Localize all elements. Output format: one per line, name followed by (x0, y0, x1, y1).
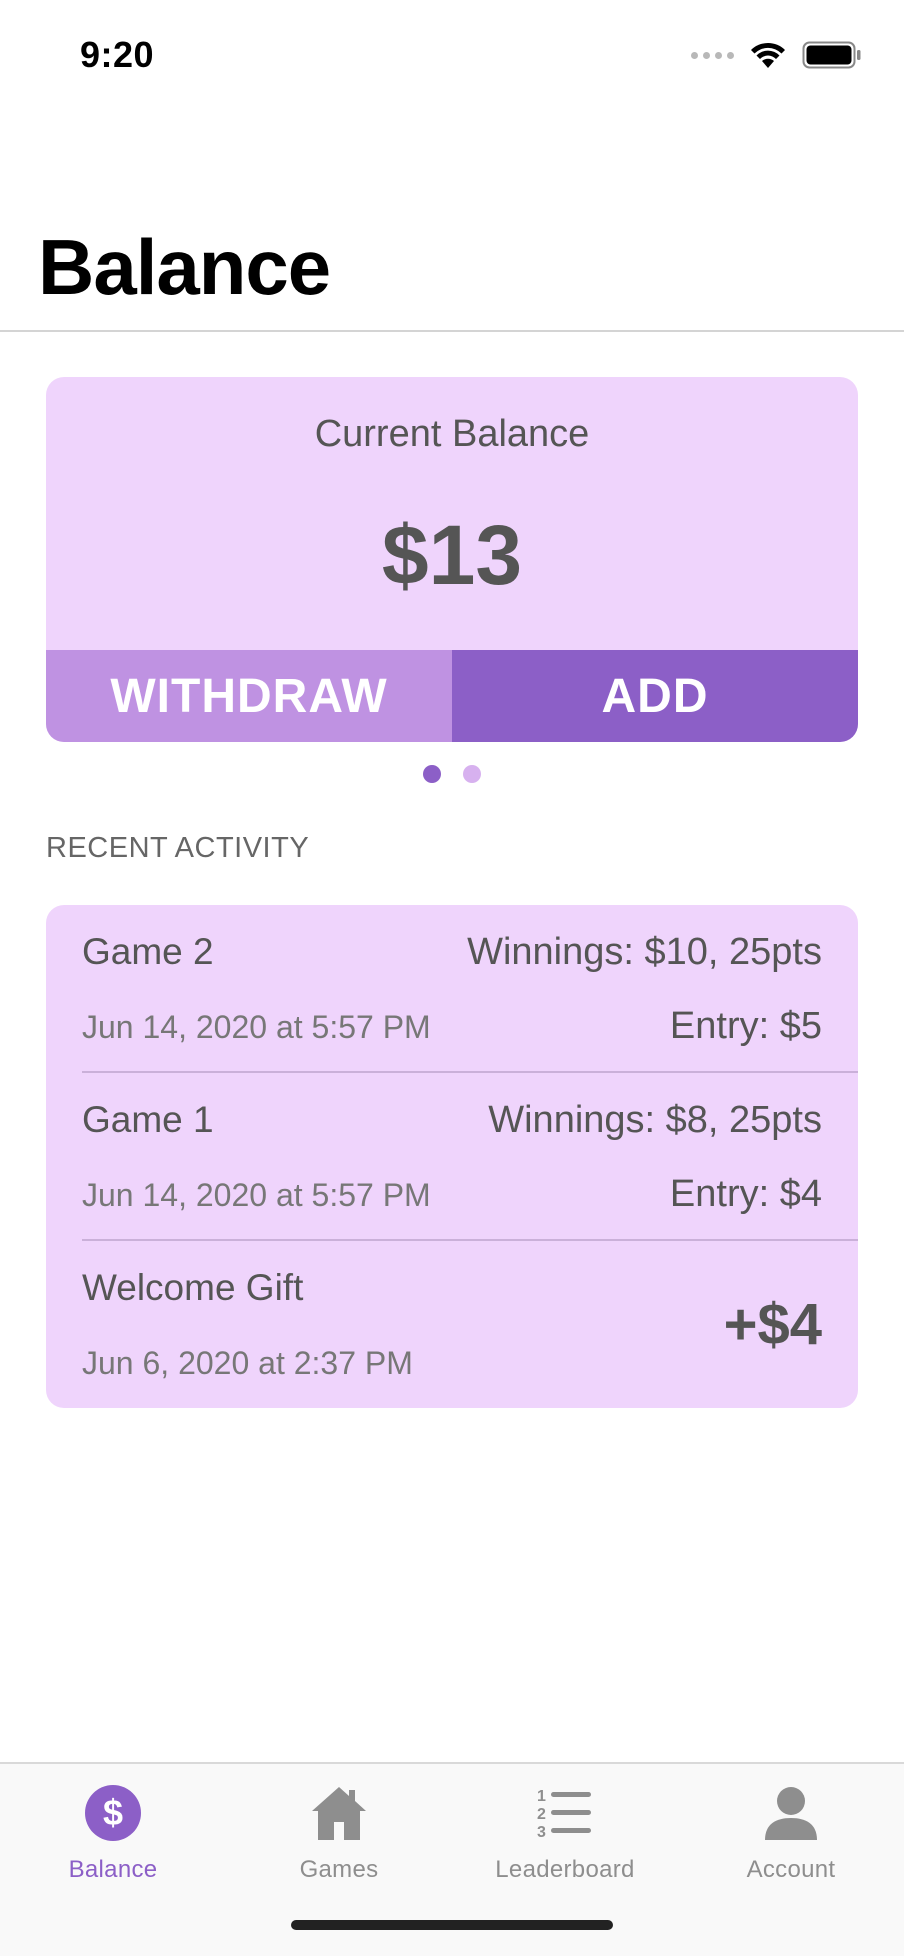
status-bar: 9:20 (0, 0, 904, 110)
activity-item[interactable]: Welcome Gift Jun 6, 2020 at 2:37 PM +$4 (82, 1241, 858, 1408)
balance-label: Current Balance (314, 413, 590, 455)
numbered-list-icon: 1 2 3 (534, 1782, 596, 1844)
page-indicator[interactable] (0, 765, 904, 783)
withdraw-button[interactable]: WITHDRAW (46, 650, 452, 742)
activity-date: Jun 14, 2020 at 5:57 PM (82, 1177, 431, 1213)
wifi-icon (751, 42, 785, 68)
title-divider (0, 330, 904, 332)
tab-leaderboard[interactable]: 1 2 3 Leaderboard (452, 1782, 678, 1892)
svg-text:$: $ (103, 1792, 123, 1833)
add-button[interactable]: ADD (452, 650, 858, 742)
tab-account[interactable]: Account (678, 1782, 904, 1892)
activity-winnings: Winnings: $10, 25pts (467, 931, 822, 973)
activity-date: Jun 14, 2020 at 5:57 PM (82, 1009, 431, 1045)
status-icons (691, 40, 862, 70)
activity-list: Game 2 Jun 14, 2020 at 5:57 PM Winnings:… (46, 905, 858, 1408)
balance-amount: $13 (381, 508, 523, 602)
balance-card: Current Balance $13 WITHDRAW ADD (46, 377, 858, 742)
tab-balance[interactable]: $ Balance (0, 1782, 226, 1892)
page-title: Balance (38, 223, 331, 311)
activity-amount: +$4 (723, 1292, 822, 1357)
person-icon (760, 1782, 822, 1844)
tab-label: Balance (68, 1856, 158, 1883)
recent-activity-header: RECENT ACTIVITY (46, 832, 310, 864)
svg-text:1: 1 (537, 1788, 546, 1805)
activity-date: Jun 6, 2020 at 2:37 PM (82, 1345, 413, 1381)
tab-label: Leaderboard (495, 1856, 635, 1883)
activity-item[interactable]: Game 1 Jun 14, 2020 at 5:57 PM Winnings:… (82, 1073, 858, 1241)
activity-entry: Entry: $5 (669, 1005, 822, 1047)
battery-icon (802, 41, 861, 69)
activity-item[interactable]: Game 2 Jun 14, 2020 at 5:57 PM Winnings:… (82, 905, 858, 1073)
cellular-signal-icon (691, 51, 734, 59)
svg-text:3: 3 (537, 1824, 546, 1841)
activity-title: Game 2 (82, 931, 214, 972)
status-time: 9:20 (80, 34, 155, 75)
page-dot-2[interactable] (463, 765, 481, 783)
page-dot-1[interactable] (423, 765, 441, 783)
tab-label: Account (746, 1856, 836, 1883)
activity-winnings: Winnings: $8, 25pts (488, 1099, 822, 1141)
activity-title: Game 1 (82, 1099, 214, 1140)
svg-text:2: 2 (537, 1806, 546, 1823)
balance-actions: WITHDRAW ADD (46, 650, 858, 742)
activity-title: Welcome Gift (82, 1267, 304, 1308)
house-icon (308, 1782, 370, 1844)
tab-label: Games (299, 1856, 379, 1883)
home-indicator[interactable] (291, 1920, 613, 1930)
dollar-circle-icon: $ (82, 1782, 144, 1844)
activity-entry: Entry: $4 (669, 1173, 822, 1215)
tab-games[interactable]: Games (226, 1782, 452, 1892)
